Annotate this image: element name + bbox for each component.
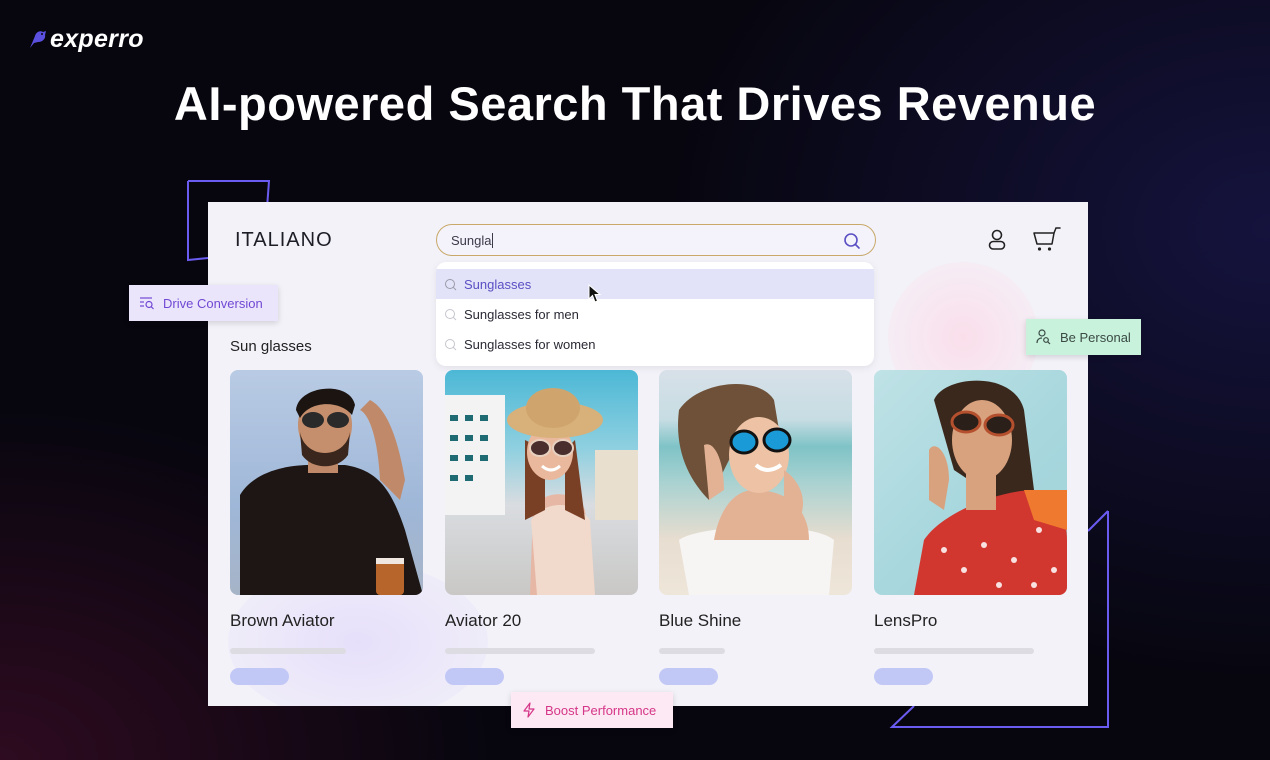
suggestion-label: Sunglasses xyxy=(464,276,532,292)
product-image[interactable] xyxy=(874,370,1067,595)
headline: AI-powered Search That Drives Revenue xyxy=(173,77,1097,130)
product-photo xyxy=(445,388,638,595)
boost-performance-chip: Boost Performance xyxy=(511,692,673,728)
search-icon[interactable] xyxy=(843,232,861,250)
mouse-cursor-icon xyxy=(588,284,602,303)
add-button-placeholder[interactable] xyxy=(659,668,718,685)
product-card[interactable]: Brown Aviator xyxy=(230,370,423,685)
bird-logo-icon xyxy=(30,31,46,48)
user-icon[interactable] xyxy=(986,228,1008,252)
chip-label: Be Personal xyxy=(1060,329,1131,345)
product-name[interactable]: Brown Aviator xyxy=(230,611,423,631)
search-list-icon xyxy=(140,297,154,310)
price-placeholder xyxy=(874,648,1034,654)
drive-conversion-chip: Drive Conversion xyxy=(129,285,278,321)
chip-label: Drive Conversion xyxy=(163,295,263,311)
suggestions-dropdown: Sunglasses Sunglasses for men Sunglasses… xyxy=(436,262,874,366)
add-button-placeholder[interactable] xyxy=(230,668,289,685)
product-card[interactable]: Blue Shine xyxy=(659,370,852,685)
suggestion-label: Sunglasses for men xyxy=(464,306,579,322)
product-name[interactable]: LensPro xyxy=(874,611,1067,631)
add-button-placeholder[interactable] xyxy=(445,668,504,685)
logo-text: experro xyxy=(50,25,144,53)
product-name[interactable]: Blue Shine xyxy=(659,611,852,631)
product-image[interactable] xyxy=(659,370,852,595)
text-caret xyxy=(492,232,494,248)
product-image[interactable] xyxy=(445,370,638,595)
experro-logo[interactable]: experro xyxy=(28,26,144,52)
suggestion-label: Sunglasses for women xyxy=(464,336,596,352)
add-button-placeholder[interactable] xyxy=(874,668,933,685)
store-brand[interactable]: ITALIANO xyxy=(235,229,333,252)
search-icon xyxy=(445,308,457,320)
product-photo xyxy=(914,380,1067,595)
suggestion-item[interactable]: Sunglasses for men xyxy=(436,299,874,329)
search-icon xyxy=(445,338,457,350)
search-input[interactable]: Sungla xyxy=(436,224,876,256)
product-name[interactable]: Aviator 20 xyxy=(445,611,638,631)
product-photo xyxy=(678,383,834,595)
price-placeholder xyxy=(445,648,595,654)
store-preview: ITALIANO Sungla Sunglasses Sunglasses fo… xyxy=(208,202,1088,706)
price-placeholder xyxy=(659,648,725,654)
price-placeholder xyxy=(230,648,346,654)
product-card[interactable]: Aviator 20 xyxy=(445,370,638,685)
suggestion-item[interactable]: Sunglasses xyxy=(436,269,874,299)
user-search-icon xyxy=(1036,329,1051,345)
lightning-icon xyxy=(523,702,535,718)
product-image[interactable] xyxy=(230,370,423,595)
cart-icon[interactable] xyxy=(1032,226,1062,254)
product-card[interactable]: LensPro xyxy=(874,370,1067,685)
search-icon xyxy=(445,278,457,290)
chip-label: Boost Performance xyxy=(545,702,657,718)
search-value: Sungla xyxy=(451,232,492,248)
be-personal-chip: Be Personal xyxy=(1026,319,1141,355)
section-title: Sun glasses xyxy=(230,338,312,355)
product-photo xyxy=(240,388,423,595)
suggestion-item[interactable]: Sunglasses for women xyxy=(436,329,874,359)
